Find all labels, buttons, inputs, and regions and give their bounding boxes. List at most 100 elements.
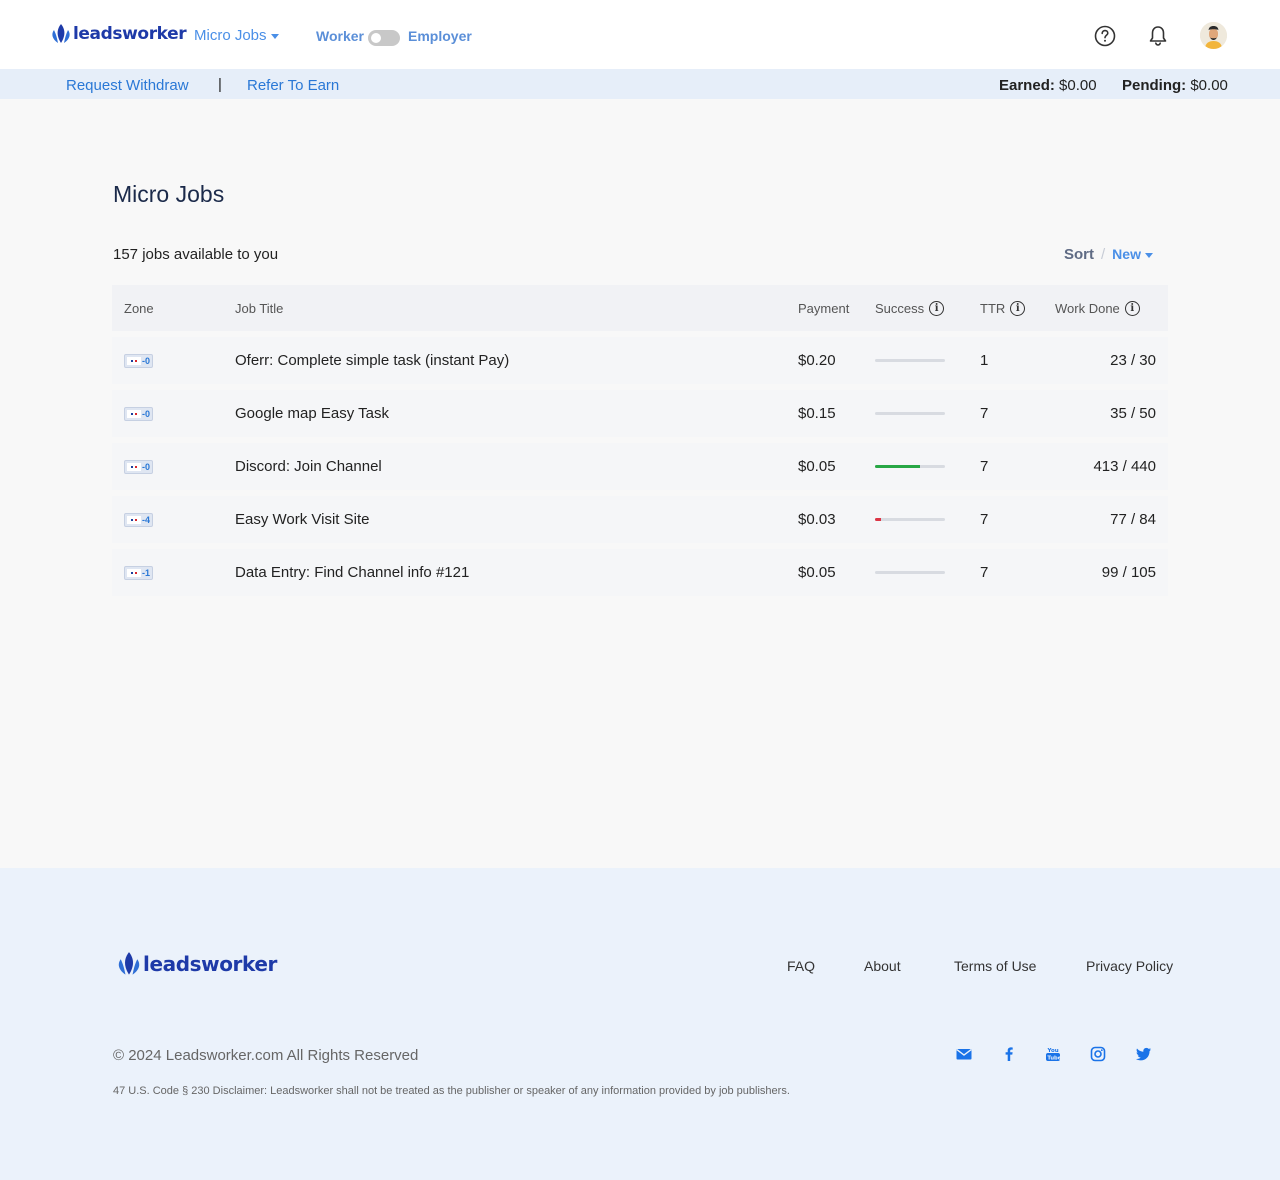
bell-icon [1149, 26, 1167, 46]
pending-value: $0.00 [1190, 77, 1228, 94]
table-row[interactable]: -4 Easy Work Visit Site $0.03 7 77 / 84 [112, 496, 1168, 543]
leaf-logo-icon [52, 24, 70, 43]
header-success-label: Success [875, 300, 925, 316]
jobs-available-count: 157 jobs available to you [113, 246, 279, 263]
job-title-cell[interactable]: Oferr: Complete simple task (instant Pay… [235, 337, 509, 384]
work-done-cell: 35 / 50 [1110, 405, 1156, 422]
job-title-cell[interactable]: Discord: Join Channel [235, 443, 382, 490]
toggle-knob [371, 33, 381, 43]
payment-cell: $0.03 [798, 511, 836, 528]
table-row[interactable]: -0 Oferr: Complete simple task (instant … [112, 337, 1168, 384]
success-bar-fill [875, 465, 920, 468]
footer-link-terms[interactable]: Terms of Use [954, 958, 1036, 974]
footer-link-about[interactable]: About [864, 958, 901, 974]
header-success[interactable]: Success i [875, 285, 945, 331]
notifications-button[interactable] [1145, 23, 1171, 49]
youtube-icon[interactable]: You Tube [1044, 1045, 1062, 1063]
job-title-cell[interactable]: Easy Work Visit Site [235, 496, 370, 543]
payment-cell: $0.20 [798, 352, 836, 369]
sort-control: Sort / New [1064, 246, 1153, 263]
work-done-cell: 23 / 30 [1110, 352, 1156, 369]
zone-badge: -0 [124, 353, 154, 368]
sort-dropdown[interactable]: New [1112, 246, 1153, 262]
role-toggle-switch[interactable] [368, 30, 400, 46]
header-work-done-label: Work Done [1055, 300, 1120, 316]
table-row[interactable]: -0 Google map Easy Task $0.15 7 35 / 50 [112, 390, 1168, 437]
table-row[interactable]: -1 Data Entry: Find Channel info #121 $0… [112, 549, 1168, 596]
flag-icon [127, 462, 141, 471]
sort-value: New [1112, 246, 1141, 262]
table-header: Zone Job Title Payment Success i TTR i Wor… [112, 285, 1168, 331]
success-cell [875, 549, 945, 596]
jobs-table: Zone Job Title Payment Success i TTR i Wor… [112, 285, 1168, 596]
refer-to-earn-link[interactable]: Refer To Earn [247, 77, 339, 94]
info-icon[interactable]: i [1124, 300, 1140, 316]
brand-logo[interactable]: leadsworker [50, 24, 187, 44]
site-footer: leadsworker FAQ About Terms of Use Priva… [0, 868, 1280, 1180]
subbar-separator: | [218, 76, 222, 93]
zone-badge: -4 [124, 512, 154, 527]
job-title-cell[interactable]: Google map Easy Task [235, 390, 389, 437]
job-title-cell[interactable]: Data Entry: Find Channel info #121 [235, 549, 469, 596]
zone-badge: -1 [124, 565, 154, 580]
copyright-text: © 2024 Leadsworker.com All Rights Reserv… [113, 1047, 419, 1064]
micro-jobs-dropdown[interactable]: Micro Jobs [194, 27, 279, 44]
user-avatar[interactable] [1200, 22, 1227, 49]
envelope-icon[interactable] [955, 1045, 973, 1063]
info-icon[interactable]: i [929, 300, 945, 316]
success-bar-fill [875, 518, 881, 521]
request-withdraw-link[interactable]: Request Withdraw [66, 77, 189, 94]
flag-icon [127, 515, 141, 524]
success-bar [875, 465, 945, 468]
earnings-subbar: Request Withdraw | Refer To Earn Earned:… [0, 69, 1280, 99]
footer-brand-logo[interactable]: leadsworker [116, 952, 277, 976]
header-payment[interactable]: Payment [798, 285, 849, 331]
role-employer-label: Employer [408, 28, 472, 44]
brand-name: leadsworker [73, 24, 187, 44]
zone-value: -1 [142, 567, 151, 578]
header-job-title[interactable]: Job Title [235, 285, 283, 331]
work-done-cell: 99 / 105 [1101, 564, 1156, 581]
disclaimer-text: 47 U.S. Code § 230 Disclaimer: Leadswork… [113, 1085, 790, 1097]
micro-jobs-label: Micro Jobs [194, 27, 267, 44]
success-bar [875, 571, 945, 574]
zone-cell: -1 [124, 549, 154, 596]
footer-link-faq[interactable]: FAQ [787, 958, 815, 974]
footer-link-privacy[interactable]: Privacy Policy [1086, 958, 1173, 974]
zone-value: -0 [142, 355, 151, 366]
success-cell [875, 443, 945, 490]
facebook-icon[interactable] [1000, 1045, 1018, 1063]
header-ttr-label: TTR [980, 300, 1006, 316]
sort-label: Sort [1064, 246, 1094, 263]
payment-cell: $0.15 [798, 405, 836, 422]
pending-label: Pending: [1122, 77, 1187, 94]
footer-brand-name: leadsworker [143, 952, 278, 976]
table-row[interactable]: -0 Discord: Join Channel $0.05 7 413 / 4… [112, 443, 1168, 490]
help-button[interactable] [1092, 23, 1118, 49]
instagram-icon[interactable] [1089, 1045, 1107, 1063]
role-worker-label: Worker [316, 28, 364, 44]
ttr-cell: 1 [980, 352, 989, 369]
twitter-icon[interactable] [1135, 1045, 1153, 1063]
zone-badge: -0 [124, 406, 154, 421]
leaf-logo-icon [118, 952, 140, 975]
work-done-cell: 77 / 84 [1110, 511, 1156, 528]
zone-value: -0 [142, 461, 151, 472]
svg-text:Tube: Tube [1047, 1055, 1061, 1061]
flag-icon [127, 568, 141, 577]
header-ttr[interactable]: TTR i [980, 285, 1026, 331]
caret-down-icon [270, 33, 279, 39]
info-icon[interactable]: i [1010, 300, 1026, 316]
top-navbar: leadsworker Micro Jobs Worker Employer [0, 0, 1280, 69]
earned-label: Earned: [999, 77, 1055, 94]
sort-separator: / [1101, 246, 1106, 263]
header-zone[interactable]: Zone [124, 285, 154, 331]
success-cell [875, 390, 945, 437]
earned-value: $0.00 [1059, 77, 1097, 94]
header-work-done[interactable]: Work Done i [1055, 285, 1140, 331]
page-title: Micro Jobs [113, 181, 225, 207]
success-bar [875, 359, 945, 362]
zone-badge: -0 [124, 459, 154, 474]
zone-cell: -4 [124, 496, 154, 543]
header-zone-label: Zone [124, 300, 154, 316]
